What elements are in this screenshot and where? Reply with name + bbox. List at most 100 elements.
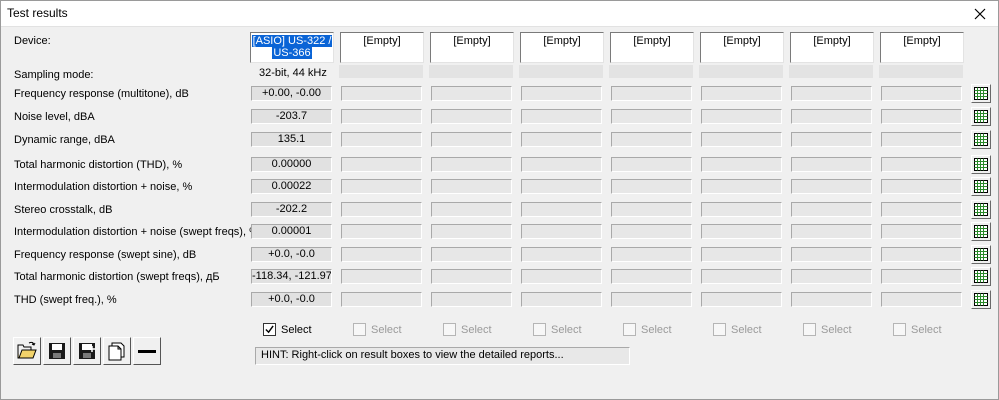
result-box[interactable] — [611, 247, 692, 262]
result-box[interactable]: -118.34, -121.97 — [251, 269, 332, 284]
result-box[interactable] — [791, 224, 872, 239]
detailed-report-button[interactable] — [971, 222, 991, 241]
result-box[interactable] — [431, 202, 512, 217]
detailed-report-button[interactable] — [971, 245, 991, 264]
result-box[interactable] — [881, 132, 962, 147]
result-box[interactable] — [701, 132, 782, 147]
result-box[interactable] — [611, 109, 692, 124]
result-box[interactable] — [431, 224, 512, 239]
checkbox-box[interactable] — [803, 323, 816, 336]
result-box[interactable] — [881, 224, 962, 239]
result-box[interactable] — [881, 269, 962, 284]
result-box[interactable]: 0.00000 — [251, 157, 332, 172]
result-box[interactable] — [341, 179, 422, 194]
result-box[interactable] — [791, 109, 872, 124]
device-slot-1[interactable]: [ASIO] US-322 /US-366 — [250, 32, 334, 63]
result-box[interactable] — [611, 292, 692, 307]
result-box[interactable] — [791, 157, 872, 172]
result-box[interactable] — [431, 292, 512, 307]
result-box[interactable] — [701, 179, 782, 194]
result-box[interactable] — [881, 179, 962, 194]
result-box[interactable] — [341, 109, 422, 124]
result-box[interactable] — [791, 132, 872, 147]
result-box[interactable] — [791, 86, 872, 101]
device-slot-8[interactable]: [Empty] — [880, 32, 964, 63]
checkbox-box[interactable] — [893, 323, 906, 336]
result-box[interactable]: +0.0, -0.0 — [251, 247, 332, 262]
result-box[interactable] — [521, 269, 602, 284]
result-box[interactable] — [431, 86, 512, 101]
device-slot-5[interactable]: [Empty] — [610, 32, 694, 63]
result-box[interactable] — [701, 157, 782, 172]
remove-button[interactable] — [133, 337, 161, 365]
result-box[interactable] — [431, 132, 512, 147]
result-box[interactable] — [881, 86, 962, 101]
result-box[interactable] — [341, 292, 422, 307]
select-checkbox-2[interactable]: Select — [353, 323, 402, 336]
result-box[interactable] — [611, 202, 692, 217]
device-slot-7[interactable]: [Empty] — [790, 32, 874, 63]
checkbox-box[interactable] — [713, 323, 726, 336]
result-box[interactable] — [881, 202, 962, 217]
result-box[interactable] — [791, 202, 872, 217]
result-box[interactable] — [611, 224, 692, 239]
result-box[interactable] — [431, 269, 512, 284]
save-button[interactable] — [43, 337, 71, 365]
result-box[interactable] — [791, 247, 872, 262]
result-box[interactable] — [611, 132, 692, 147]
device-slot-3[interactable]: [Empty] — [430, 32, 514, 63]
checkbox-box[interactable] — [443, 323, 456, 336]
select-checkbox-6[interactable]: Select — [713, 323, 762, 336]
result-box[interactable] — [431, 157, 512, 172]
result-box[interactable] — [521, 247, 602, 262]
result-box[interactable]: -202.2 — [251, 202, 332, 217]
detailed-report-button[interactable] — [971, 200, 991, 219]
select-checkbox-4[interactable]: Select — [533, 323, 582, 336]
result-box[interactable] — [341, 86, 422, 101]
result-box[interactable]: +0.0, -0.0 — [251, 292, 332, 307]
open-button[interactable] — [13, 337, 41, 365]
result-box[interactable]: 135.1 — [251, 132, 332, 147]
detailed-report-button[interactable] — [971, 84, 991, 103]
detailed-report-button[interactable] — [971, 177, 991, 196]
result-box[interactable] — [701, 224, 782, 239]
result-box[interactable]: -203.7 — [251, 109, 332, 124]
result-box[interactable] — [881, 292, 962, 307]
device-slot-4[interactable]: [Empty] — [520, 32, 604, 63]
save-as-button[interactable] — [73, 337, 101, 365]
result-box[interactable] — [881, 157, 962, 172]
result-box[interactable] — [521, 224, 602, 239]
detailed-report-button[interactable] — [971, 155, 991, 174]
result-box[interactable] — [701, 109, 782, 124]
result-box[interactable] — [521, 109, 602, 124]
select-checkbox-3[interactable]: Select — [443, 323, 492, 336]
result-box[interactable] — [521, 157, 602, 172]
close-button[interactable] — [964, 2, 996, 26]
result-box[interactable] — [521, 179, 602, 194]
checkbox-box[interactable] — [353, 323, 366, 336]
detailed-report-button[interactable] — [971, 267, 991, 286]
device-slot-2[interactable]: [Empty] — [340, 32, 424, 63]
copy-report-button[interactable] — [103, 337, 131, 365]
result-box[interactable] — [701, 202, 782, 217]
result-box[interactable] — [521, 202, 602, 217]
result-box[interactable] — [611, 157, 692, 172]
checkbox-box[interactable] — [533, 323, 546, 336]
result-box[interactable] — [701, 269, 782, 284]
device-slot-6[interactable]: [Empty] — [700, 32, 784, 63]
result-box[interactable] — [341, 224, 422, 239]
result-box[interactable] — [611, 86, 692, 101]
result-box[interactable] — [791, 269, 872, 284]
result-box[interactable] — [341, 157, 422, 172]
result-box[interactable] — [611, 179, 692, 194]
result-box[interactable] — [521, 292, 602, 307]
result-box[interactable] — [431, 179, 512, 194]
result-box[interactable] — [341, 202, 422, 217]
result-box[interactable]: +0.00, -0.00 — [251, 86, 332, 101]
checkbox-box[interactable] — [263, 323, 276, 336]
detailed-report-button[interactable] — [971, 107, 991, 126]
result-box[interactable] — [431, 109, 512, 124]
result-box[interactable] — [431, 247, 512, 262]
select-checkbox-7[interactable]: Select — [803, 323, 852, 336]
result-box[interactable] — [341, 132, 422, 147]
